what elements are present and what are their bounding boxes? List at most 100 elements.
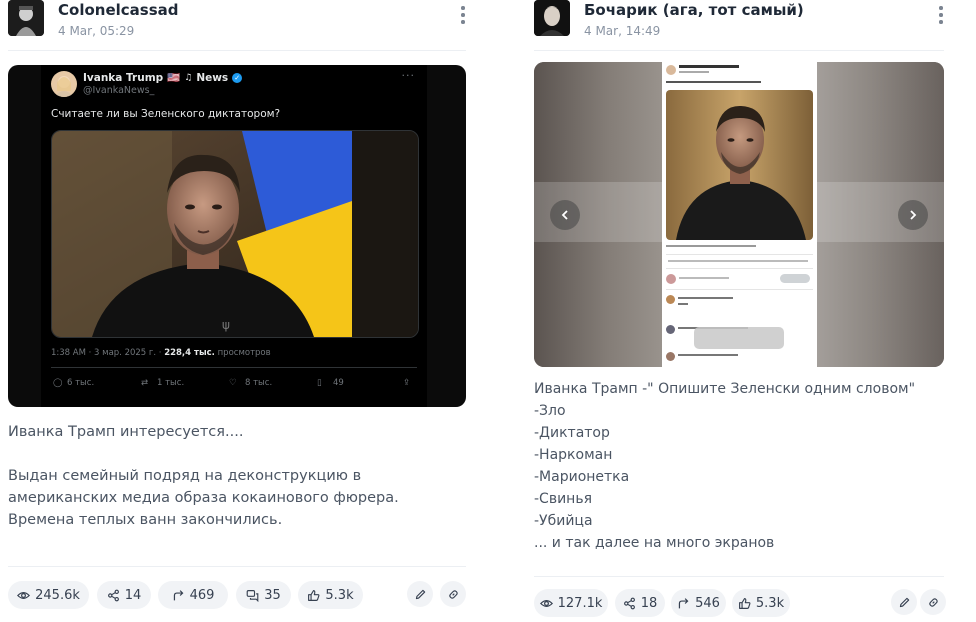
slide-comment-line xyxy=(678,303,688,305)
tweet-meta: 1:38 AM · 3 мар. 2025 г. · 228,4 тыс. пр… xyxy=(51,348,271,358)
tweet-share-icon: ⇪ xyxy=(403,378,411,388)
views-count: 127.1k xyxy=(557,595,603,611)
tweet-meta-views: 228,4 тыс. xyxy=(164,348,215,358)
megaphone-icon: ♫ xyxy=(184,72,193,83)
author-name[interactable]: Бочарик (ага, тот самый) xyxy=(584,1,804,19)
edit-button[interactable] xyxy=(407,581,433,607)
tweet-reply-icon: ◯ xyxy=(53,378,63,388)
text-line: -Зло xyxy=(534,403,566,419)
comments-counter[interactable]: 35 xyxy=(236,581,291,609)
post-stats: 245.6k 14 469 35 5.3k xyxy=(8,581,466,609)
post-header: Colonelcassad 4 Mar, 05:29 xyxy=(8,0,466,51)
forward-arrow-icon xyxy=(173,589,184,600)
post-date: 4 Mar, 14:49 xyxy=(584,24,661,38)
views-counter[interactable]: 127.1k xyxy=(534,589,608,617)
tweet-more-icon: ··· xyxy=(401,69,415,82)
likes-count: 5.3k xyxy=(325,587,354,603)
chevron-right-icon xyxy=(910,210,917,220)
tweet-divider xyxy=(51,367,417,368)
text-line: -Диктатор xyxy=(534,425,610,441)
share-nodes-icon xyxy=(623,597,635,609)
likes-count: 5.3k xyxy=(755,595,785,611)
copy-link-button[interactable] xyxy=(920,589,946,615)
slide-actions-line xyxy=(668,260,808,262)
copy-link-button[interactable] xyxy=(440,581,466,607)
stats-divider xyxy=(8,566,466,567)
avatar[interactable] xyxy=(534,0,570,36)
post-colonelcassad: Colonelcassad 4 Mar, 05:29 Ivanka Trump … xyxy=(8,0,466,609)
text-line: -Марионетка xyxy=(534,469,630,485)
share-nodes-icon xyxy=(107,589,119,601)
tweet-like-count: 8 тыс. xyxy=(245,378,273,388)
tweet-handle: @IvankaNews_ xyxy=(83,85,155,96)
shares-counter[interactable]: 14 xyxy=(97,581,151,609)
slide-reply-avatar xyxy=(666,274,676,284)
slide-comment-line xyxy=(678,354,738,356)
shares-count: 18 xyxy=(640,595,658,611)
slide-reply-field xyxy=(679,277,729,279)
verified-icon: ✓ xyxy=(232,72,243,83)
edit-button[interactable] xyxy=(891,589,917,615)
tweet-retweet-count: 1 тыс. xyxy=(157,378,185,388)
text-line: -Свинья xyxy=(534,491,593,507)
text-line: ... и так далее на много экранов xyxy=(534,535,775,551)
post-text: Иванка Трамп -" Опишите Зеленски одним с… xyxy=(534,378,944,554)
tweet-retweet-icon: ⇄ xyxy=(141,378,149,388)
avatar[interactable] xyxy=(8,0,44,36)
views-counter[interactable]: 245.6k xyxy=(8,581,89,609)
slide-comment-avatar xyxy=(666,352,675,361)
author-name[interactable]: Colonelcassad xyxy=(58,1,178,19)
slide-avatar xyxy=(666,65,676,75)
post-date: 4 Mar, 05:29 xyxy=(58,24,135,38)
tweet-reply-count: 6 тыс. xyxy=(67,378,95,388)
tweet-actions: ◯ 6 тыс. ⇄ 1 тыс. ♡ 8 тыс. ▯ 49 ⇪ xyxy=(53,378,415,392)
post-image[interactable]: Ivanka Trump 🇺🇸 ♫ News ✓ @IvankaNews_ ··… xyxy=(8,65,466,407)
comments-count: 35 xyxy=(264,587,281,603)
slide-reply-button xyxy=(780,274,810,283)
text-line: -Наркоман xyxy=(534,447,613,463)
slide-divider xyxy=(666,254,813,255)
forwards-count: 546 xyxy=(695,595,720,611)
tweet-meta-time: 1:38 AM · 3 мар. 2025 г. · xyxy=(51,348,165,358)
svg-text:ψ: ψ xyxy=(222,318,230,332)
text-line: -Убийца xyxy=(534,513,593,529)
forwards-counter[interactable]: 546 xyxy=(671,589,726,617)
slide-divider xyxy=(666,268,813,269)
forward-arrow-icon xyxy=(678,597,689,608)
pencil-icon xyxy=(415,589,425,599)
likes-counter[interactable]: 5.3k xyxy=(298,581,363,609)
more-options-icon[interactable] xyxy=(460,6,466,28)
text-line: Иванка Трамп -" Опишите Зеленски одним с… xyxy=(534,381,916,397)
views-count: 245.6k xyxy=(35,587,80,603)
tweet-bookmark-icon: ▯ xyxy=(317,378,322,388)
tweet-like-icon: ♡ xyxy=(229,378,237,388)
carousel-prev-button[interactable] xyxy=(550,200,580,230)
slide-comment-line xyxy=(678,297,733,299)
tweet-text: Считаете ли вы Зеленского диктатором? xyxy=(51,108,281,120)
slide-comment-avatar xyxy=(666,325,675,334)
tweet-bookmark-count: 49 xyxy=(333,378,344,388)
slide-header-line xyxy=(679,65,739,68)
shares-counter[interactable]: 18 xyxy=(615,589,665,617)
eye-icon xyxy=(17,591,31,599)
link-icon xyxy=(928,597,938,607)
forwards-counter[interactable]: 469 xyxy=(158,581,228,609)
pencil-icon xyxy=(899,597,909,607)
slide-text-line xyxy=(666,81,761,83)
likes-counter[interactable]: 5.3k xyxy=(732,589,790,617)
eye-icon xyxy=(539,599,553,607)
chevron-left-icon xyxy=(561,210,568,220)
slide-comment-avatar xyxy=(666,295,675,304)
post-text: Иванка Трамп интересуется.... Выдан семе… xyxy=(8,424,399,528)
carousel-next-button[interactable] xyxy=(898,200,928,230)
thumbs-up-icon xyxy=(308,589,320,601)
shares-count: 14 xyxy=(124,587,142,603)
tweet-tag: News xyxy=(196,71,229,84)
post-image-carousel[interactable] xyxy=(534,62,944,367)
tweet-meta-suffix: просмотров xyxy=(214,348,271,358)
more-options-icon[interactable] xyxy=(938,6,944,28)
carousel-slide xyxy=(662,62,817,367)
link-icon xyxy=(448,589,458,599)
comments-icon xyxy=(246,589,259,602)
thumbs-up-icon xyxy=(738,597,751,609)
